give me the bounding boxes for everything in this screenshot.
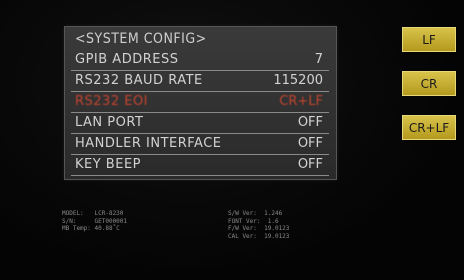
- row-label: LAN PORT: [75, 115, 144, 130]
- softkey-cr-lf[interactable]: CR+LF: [402, 115, 456, 140]
- row-value: 115200: [273, 73, 323, 88]
- mb-temp-text: MB Temp: 40.88˚C: [62, 225, 120, 232]
- menu-row-key-beep[interactable]: KEY BEEP OFF: [71, 156, 329, 176]
- row-value: OFF: [297, 136, 323, 151]
- row-label: GPIB ADDRESS: [75, 52, 179, 67]
- row-label: HANDLER INTERFACE: [75, 136, 222, 151]
- instrument-screen: <SYSTEM CONFIG> GPIB ADDRESS 7 RS232 BAU…: [0, 0, 464, 280]
- row-label: KEY BEEP: [75, 157, 141, 172]
- row-value: OFF: [297, 157, 323, 172]
- device-info-left: MODEL: LCR-8230 S/N: GET000001 MB Temp: …: [62, 210, 127, 233]
- device-info-right: S/W Ver: 1.246 FONT Ver: 1.6 F/W Ver: 19…: [228, 210, 289, 240]
- menu-row-rs232-baud-rate[interactable]: RS232 BAUD RATE 115200: [71, 72, 329, 92]
- sw-version-text: S/W Ver: 1.246: [228, 210, 283, 217]
- row-label: RS232 EOI: [75, 94, 149, 109]
- row-value: OFF: [297, 115, 323, 130]
- font-version-text: FONT Ver: 1.6: [228, 217, 279, 225]
- fw-version-text: F/W Ver: 19.0123: [228, 225, 290, 232]
- model-text: MODEL: LCR-8230: [62, 210, 124, 217]
- serial-number-text: S/N: GET000001: [62, 217, 128, 225]
- row-label: RS232 BAUD RATE: [75, 73, 203, 88]
- menu-row-handler-interface[interactable]: HANDLER INTERFACE OFF: [71, 135, 329, 155]
- cal-version-text: CAL Ver: 19.0123: [228, 232, 290, 240]
- system-config-menu: <SYSTEM CONFIG> GPIB ADDRESS 7 RS232 BAU…: [64, 26, 337, 180]
- menu-title: <SYSTEM CONFIG>: [75, 31, 207, 47]
- row-value: CR+LF: [279, 94, 323, 109]
- menu-row-gpib-address[interactable]: GPIB ADDRESS 7: [71, 51, 329, 71]
- row-value: 7: [314, 52, 323, 67]
- menu-row-rs232-eoi[interactable]: RS232 EOI CR+LF: [71, 93, 329, 113]
- softkey-lf[interactable]: LF: [402, 27, 456, 52]
- menu-row-lan-port[interactable]: LAN PORT OFF: [71, 114, 329, 134]
- softkey-cr[interactable]: CR: [402, 71, 456, 96]
